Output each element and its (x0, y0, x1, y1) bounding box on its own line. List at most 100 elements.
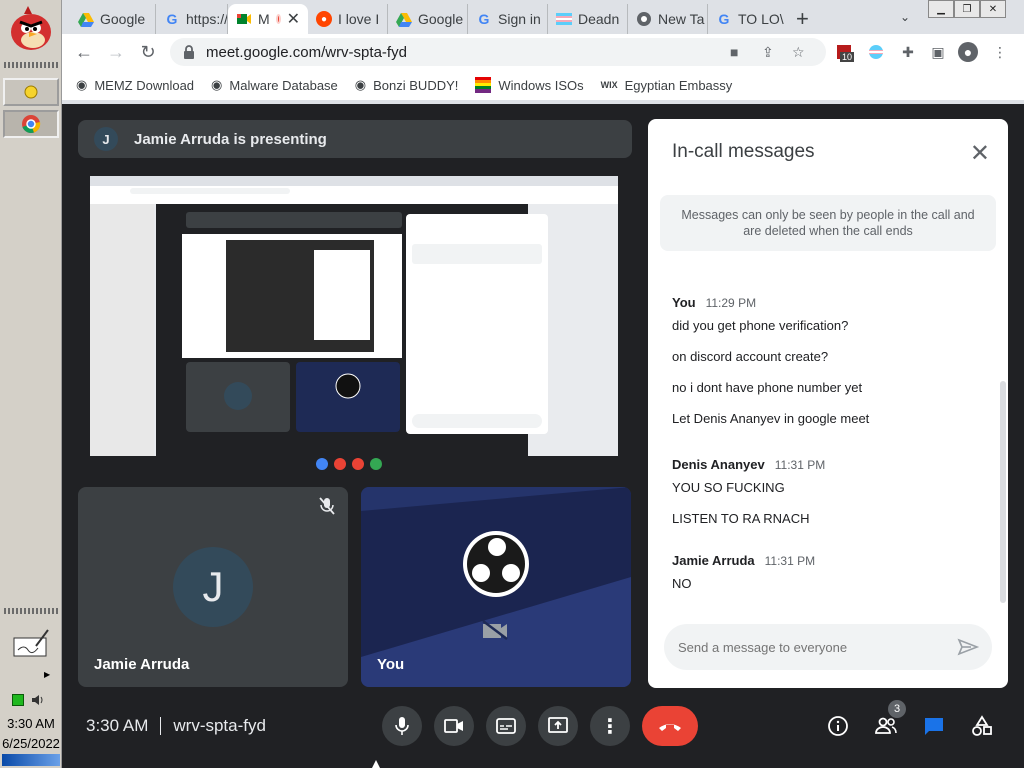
leave-call-button[interactable] (642, 706, 698, 746)
profile-icon[interactable]: ● (958, 42, 978, 62)
message-text: NO (672, 576, 692, 591)
message-text: no i dont have phone number yet (672, 380, 863, 395)
more-vert-icon: ⋮ (600, 715, 620, 738)
tab-label: Google (100, 11, 146, 27)
omnibox[interactable]: meet.google.com/wrv-spta-fyd ■ ⇪ ☆ (170, 38, 826, 66)
reload-icon[interactable]: ↻ (132, 36, 164, 68)
tab-reddit[interactable]: ● I love I (308, 4, 388, 34)
chevron-down-icon[interactable]: ⌄ (900, 10, 910, 24)
tab-sign-in[interactable]: G Sign in (468, 4, 548, 34)
tab-label: I love I (338, 11, 380, 27)
speaker-icon[interactable] (30, 692, 46, 708)
tab-label: Sign in (498, 11, 541, 27)
google-g-icon: G (718, 11, 730, 27)
tab-strip: Google G https:// M ✕ ● I love I Google … (62, 0, 1024, 34)
close-icon[interactable]: ✕ (970, 139, 990, 168)
recording-icon (275, 14, 281, 24)
bookmark-egyptian-embassy[interactable]: WIX Egyptian Embassy (601, 78, 733, 93)
bookmark-memz[interactable]: ◉ MEMZ Download (76, 77, 194, 93)
meet-app: J Jamie Arruda is presenting J Jamie Arr… (62, 104, 1024, 768)
message-text: Let Denis Ananyev in google meet (672, 411, 870, 426)
forward-icon[interactable]: → (100, 36, 132, 68)
restore-icon[interactable]: ❐ (954, 0, 980, 18)
activities-button[interactable] (966, 710, 998, 742)
participant-name: You (377, 656, 405, 673)
send-icon[interactable] (956, 635, 980, 659)
angry-bird-icon[interactable] (4, 2, 58, 54)
activities-icon (972, 715, 992, 736)
tab-meet[interactable]: M ✕ (228, 4, 308, 34)
bookmark-label: MEMZ Download (94, 77, 195, 93)
google-g-icon: G (166, 11, 178, 27)
taskbar-progress (2, 754, 60, 766)
meet-icon (237, 14, 251, 24)
message-input[interactable] (678, 624, 948, 670)
tab-google-drive[interactable]: Google (70, 4, 156, 34)
taskbar-date: 6/25/2022 (2, 736, 60, 751)
trans-flag-extension-icon[interactable] (866, 42, 886, 62)
minimize-icon[interactable]: ▁ (928, 0, 954, 18)
tab-to-love[interactable]: G TO LO\ (708, 4, 784, 34)
taskbar-clock[interactable]: 3:30 AM (0, 716, 62, 731)
meeting-code: wrv-spta-fyd (173, 716, 266, 735)
panel-title: In-call messages (672, 141, 815, 162)
window-controls: ▁ ❐ ✕ (928, 0, 1006, 18)
bookmark-label: Egyptian Embassy (624, 77, 733, 93)
bookmark-malware-database[interactable]: ◉ Malware Database (211, 77, 338, 93)
lock-icon[interactable] (182, 44, 196, 60)
tab-label: TO LO\ (738, 11, 784, 27)
star-icon[interactable]: ☆ (792, 44, 805, 61)
camera-button[interactable] (434, 706, 474, 746)
puzzle-icon[interactable]: ✚ (898, 42, 918, 62)
microphone-button[interactable] (382, 706, 422, 746)
chat-button[interactable] (918, 710, 950, 742)
url-text[interactable]: meet.google.com/wrv-spta-fyd (206, 44, 407, 61)
reddit-icon: ● (316, 11, 332, 27)
meeting-details-button[interactable] (822, 710, 854, 742)
message-list: You 11:29 PM did you get phone verificati… (672, 294, 992, 609)
extension-badge-icon[interactable]: 10 (834, 42, 855, 62)
bookmark-windows-isos[interactable]: Windows ISOs (475, 77, 584, 93)
captions-icon (496, 718, 516, 734)
wix-icon: WIX (600, 80, 618, 90)
close-icon[interactable]: ✕ (287, 9, 300, 29)
more-options-button[interactable]: ⋮ (590, 706, 630, 746)
kebab-menu-icon[interactable]: ⋮ (990, 42, 1010, 62)
network-status-icon[interactable] (12, 694, 24, 706)
side-panel-icon[interactable]: ▣ (928, 42, 948, 62)
bookmark-label: Bonzi BUDDY! (373, 77, 459, 93)
message-group: Jamie Arruda 11:31 PM NO (672, 552, 992, 591)
message-sender: Denis Ananyev (672, 457, 765, 472)
taskbar-grip[interactable] (4, 62, 58, 68)
captions-button[interactable] (486, 706, 526, 746)
message-group: You 11:29 PM did you get phone verificati… (672, 294, 992, 426)
tab-google-drive-2[interactable]: Google (388, 4, 468, 34)
back-icon[interactable]: ← (68, 36, 100, 68)
camera-off-icon (482, 620, 508, 640)
obs-logo-icon (463, 531, 529, 597)
presented-screen-image (90, 176, 618, 472)
window-close-icon[interactable]: ✕ (980, 0, 1006, 18)
scrollbar[interactable] (1000, 381, 1006, 603)
mic-off-icon (319, 497, 335, 515)
tab-url[interactable]: G https:// (156, 4, 228, 34)
taskbar-item-sun[interactable] (3, 78, 59, 106)
bookmark-bonzi[interactable]: ◉ Bonzi BUDDY! (355, 77, 459, 93)
present-button[interactable] (538, 706, 578, 746)
camera-icon[interactable]: ■ (730, 44, 738, 60)
presented-screen[interactable] (90, 176, 618, 472)
participant-tile-you[interactable]: You (361, 487, 631, 687)
share-icon[interactable]: ⇪ (762, 44, 774, 61)
new-tab-icon[interactable]: + (796, 4, 809, 34)
presenting-text: Jamie Arruda is presenting (134, 130, 327, 148)
participant-tile-jamie[interactable]: J Jamie Arruda (78, 487, 348, 687)
taskbar-item-chrome[interactable] (3, 110, 59, 138)
globe-icon: ◉ (76, 77, 88, 92)
taskbar-grip-bottom[interactable] (4, 608, 58, 614)
tab-new-tab[interactable]: New Ta (628, 4, 708, 34)
participant-name: Jamie Arruda (94, 656, 190, 673)
rainbow-flag-icon (475, 77, 492, 93)
tab-deadname[interactable]: Deadn (548, 4, 628, 34)
tray-expand-icon[interactable]: ▶ (44, 670, 50, 679)
signing-pen-icon[interactable] (12, 626, 50, 660)
